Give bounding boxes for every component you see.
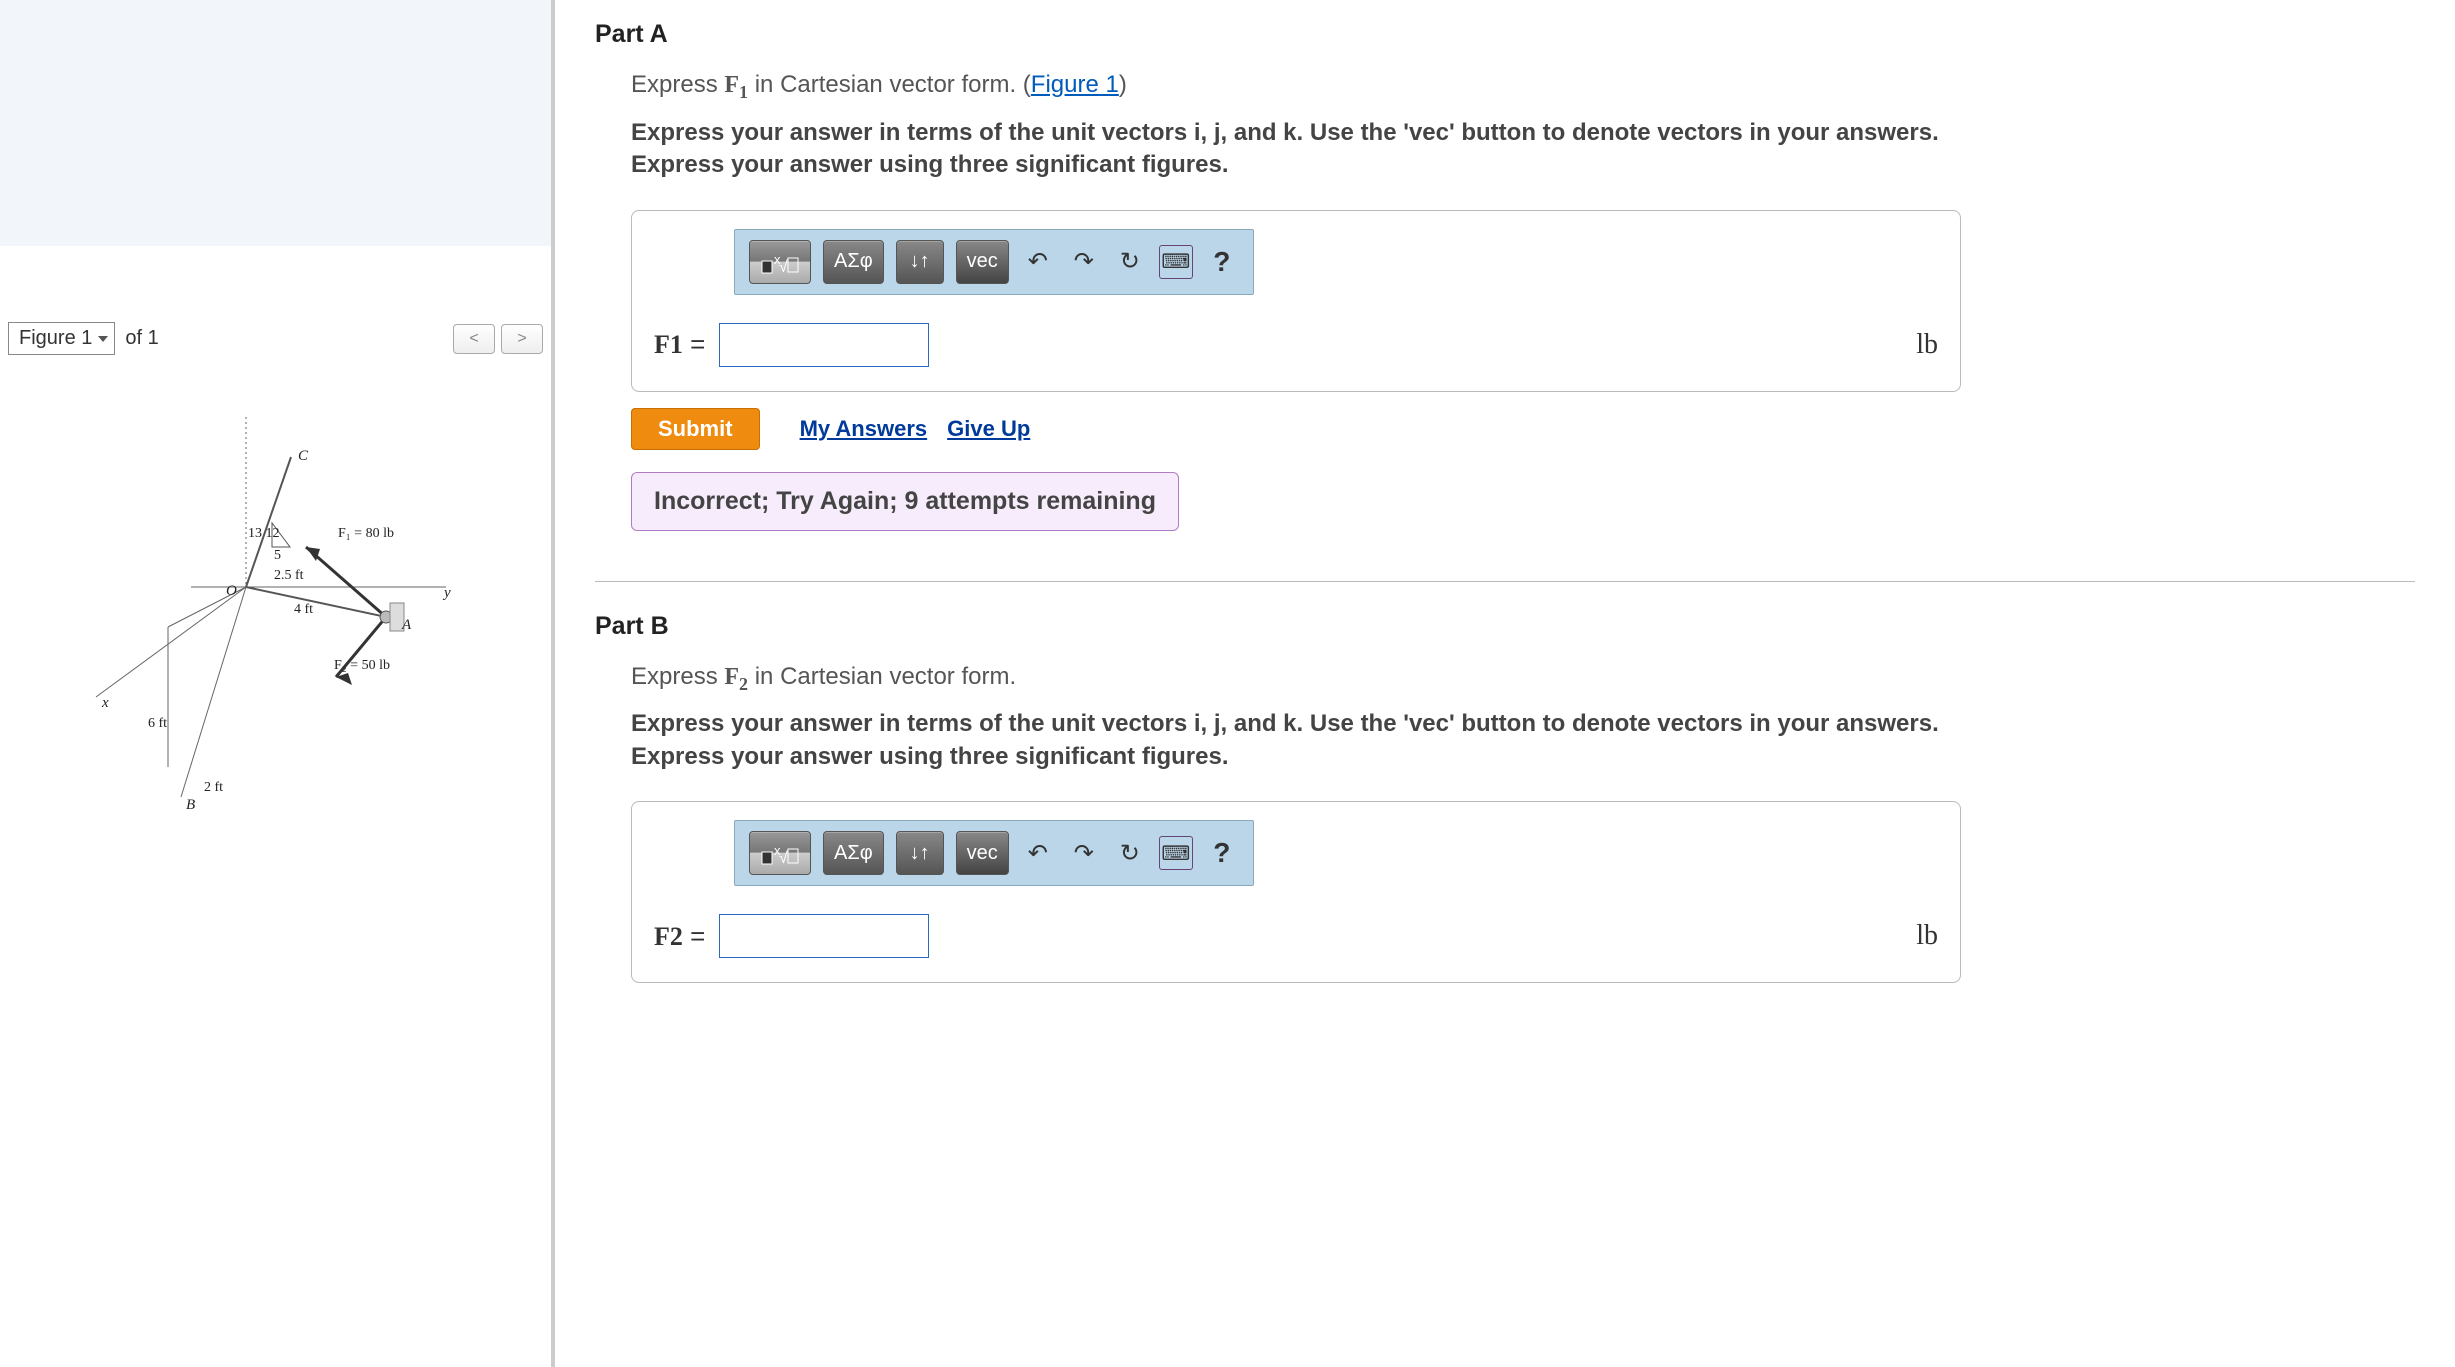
redo-icon[interactable]: ↷ xyxy=(1067,245,1101,279)
svg-text:6 ft: 6 ft xyxy=(148,716,167,731)
part-a-answer-input[interactable] xyxy=(719,323,929,367)
svg-text:4 ft: 4 ft xyxy=(294,602,313,617)
answer-unit: lb xyxy=(1916,920,1938,952)
templates-icon: x √ xyxy=(760,840,800,866)
figure-svg: C O A B x y 13 12 5 2.5 ft 4 ft 6 ft 2 f… xyxy=(76,397,476,837)
reset-icon[interactable]: ↻ xyxy=(1113,836,1147,870)
answer-label: F2 = xyxy=(654,921,705,952)
part-a-answer-row: F1 = lb xyxy=(654,323,1938,367)
svg-text:F₂ = 50 lb: F₂ = 50 lb xyxy=(334,658,390,673)
svg-text:5: 5 xyxy=(274,548,281,563)
svg-text:A: A xyxy=(401,617,412,633)
vec-button[interactable]: vec xyxy=(956,240,1009,284)
greek-button[interactable]: ΑΣφ xyxy=(823,831,884,875)
vec-button[interactable]: vec xyxy=(956,831,1009,875)
part-b-body: Express F2 in Cartesian vector form. Exp… xyxy=(595,663,2415,984)
part-b-instructions: Express your answer in terms of the unit… xyxy=(631,708,1991,773)
keyboard-icon[interactable]: ⌨ xyxy=(1159,836,1193,870)
feedback-message: Incorrect; Try Again; 9 attempts remaini… xyxy=(631,472,1179,531)
give-up-link[interactable]: Give Up xyxy=(947,416,1030,442)
svg-text:B: B xyxy=(186,797,195,813)
left-panel: Figure 1 of 1 < > xyxy=(0,0,555,1367)
submit-button[interactable]: Submit xyxy=(631,408,760,450)
part-a-instructions: Express your answer in terms of the unit… xyxy=(631,117,1991,182)
figure-display: C O A B x y 13 12 5 2.5 ft 4 ft 6 ft 2 f… xyxy=(0,397,551,837)
subsup-button[interactable]: ↓↑ xyxy=(896,831,944,875)
part-b-title: Part B xyxy=(595,612,2415,641)
redo-icon[interactable]: ↷ xyxy=(1067,836,1101,870)
answer-label: F1 = xyxy=(654,329,705,360)
part-b-answer-row: F2 = lb xyxy=(654,914,1938,958)
svg-text:y: y xyxy=(442,585,451,601)
prompt-text: in Cartesian vector form. ( xyxy=(748,71,1031,98)
keyboard-icon[interactable]: ⌨ xyxy=(1159,245,1193,279)
part-separator xyxy=(595,581,2415,582)
force-symbol: F xyxy=(724,72,739,98)
part-a-answer-box: x √ ΑΣφ ↓↑ vec ↶ ↷ ↻ ⌨ ? F1 = lb xyxy=(631,210,1961,392)
svg-text:C: C xyxy=(298,448,309,464)
part-a-body: Express F1 in Cartesian vector form. (Fi… xyxy=(595,71,2415,582)
answer-unit: lb xyxy=(1916,329,1938,361)
figure-prev-button[interactable]: < xyxy=(453,324,495,354)
right-panel: Part A Express F1 in Cartesian vector fo… xyxy=(555,0,2455,1367)
prompt-text: Express xyxy=(631,71,724,98)
force-symbol: F xyxy=(724,664,739,690)
figure-navigator: Figure 1 of 1 < > xyxy=(0,320,551,357)
equation-toolbar: x √ ΑΣφ ↓↑ vec ↶ ↷ ↻ ⌨ ? xyxy=(734,229,1254,295)
part-a-title: Part A xyxy=(595,20,2415,49)
prompt-text: Express xyxy=(631,663,724,690)
force-subscript: 1 xyxy=(739,82,748,102)
prompt-text: in Cartesian vector form. xyxy=(748,663,1016,690)
undo-icon[interactable]: ↶ xyxy=(1021,836,1055,870)
part-b-prompt: Express F2 in Cartesian vector form. xyxy=(631,663,2415,695)
part-a-prompt: Express F1 in Cartesian vector form. (Fi… xyxy=(631,71,2415,103)
help-icon[interactable]: ? xyxy=(1205,245,1239,279)
force-subscript: 2 xyxy=(739,673,748,693)
subsup-button[interactable]: ↓↑ xyxy=(896,240,944,284)
prompt-text: ) xyxy=(1119,71,1127,98)
svg-text:2.5 ft: 2.5 ft xyxy=(274,568,304,583)
svg-text:2 ft: 2 ft xyxy=(204,780,223,795)
templates-button[interactable]: x √ xyxy=(749,831,811,875)
svg-text:√: √ xyxy=(779,850,788,866)
reset-icon[interactable]: ↻ xyxy=(1113,245,1147,279)
part-b-answer-input[interactable] xyxy=(719,914,929,958)
templates-icon: x √ xyxy=(760,249,800,275)
figure-next-button[interactable]: > xyxy=(501,324,543,354)
svg-text:F₁ = 80 lb: F₁ = 80 lb xyxy=(338,526,394,541)
svg-text:13 12: 13 12 xyxy=(248,526,280,541)
part-b-answer-box: x √ ΑΣφ ↓↑ vec ↶ ↷ ↻ ⌨ ? F2 = lb xyxy=(631,801,1961,983)
figure-select[interactable]: Figure 1 xyxy=(8,322,115,355)
svg-text:√: √ xyxy=(779,259,788,275)
greek-button[interactable]: ΑΣφ xyxy=(823,240,884,284)
part-a-actions: Submit My Answers Give Up xyxy=(631,408,2415,450)
templates-button[interactable]: x √ xyxy=(749,240,811,284)
svg-text:O: O xyxy=(226,583,237,599)
my-answers-link[interactable]: My Answers xyxy=(800,416,928,442)
equation-toolbar: x √ ΑΣφ ↓↑ vec ↶ ↷ ↻ ⌨ ? xyxy=(734,820,1254,886)
figure-count-label: of 1 xyxy=(125,327,158,350)
figure-link[interactable]: Figure 1 xyxy=(1031,71,1119,98)
svg-text:x: x xyxy=(101,695,109,711)
undo-icon[interactable]: ↶ xyxy=(1021,245,1055,279)
help-icon[interactable]: ? xyxy=(1205,836,1239,870)
